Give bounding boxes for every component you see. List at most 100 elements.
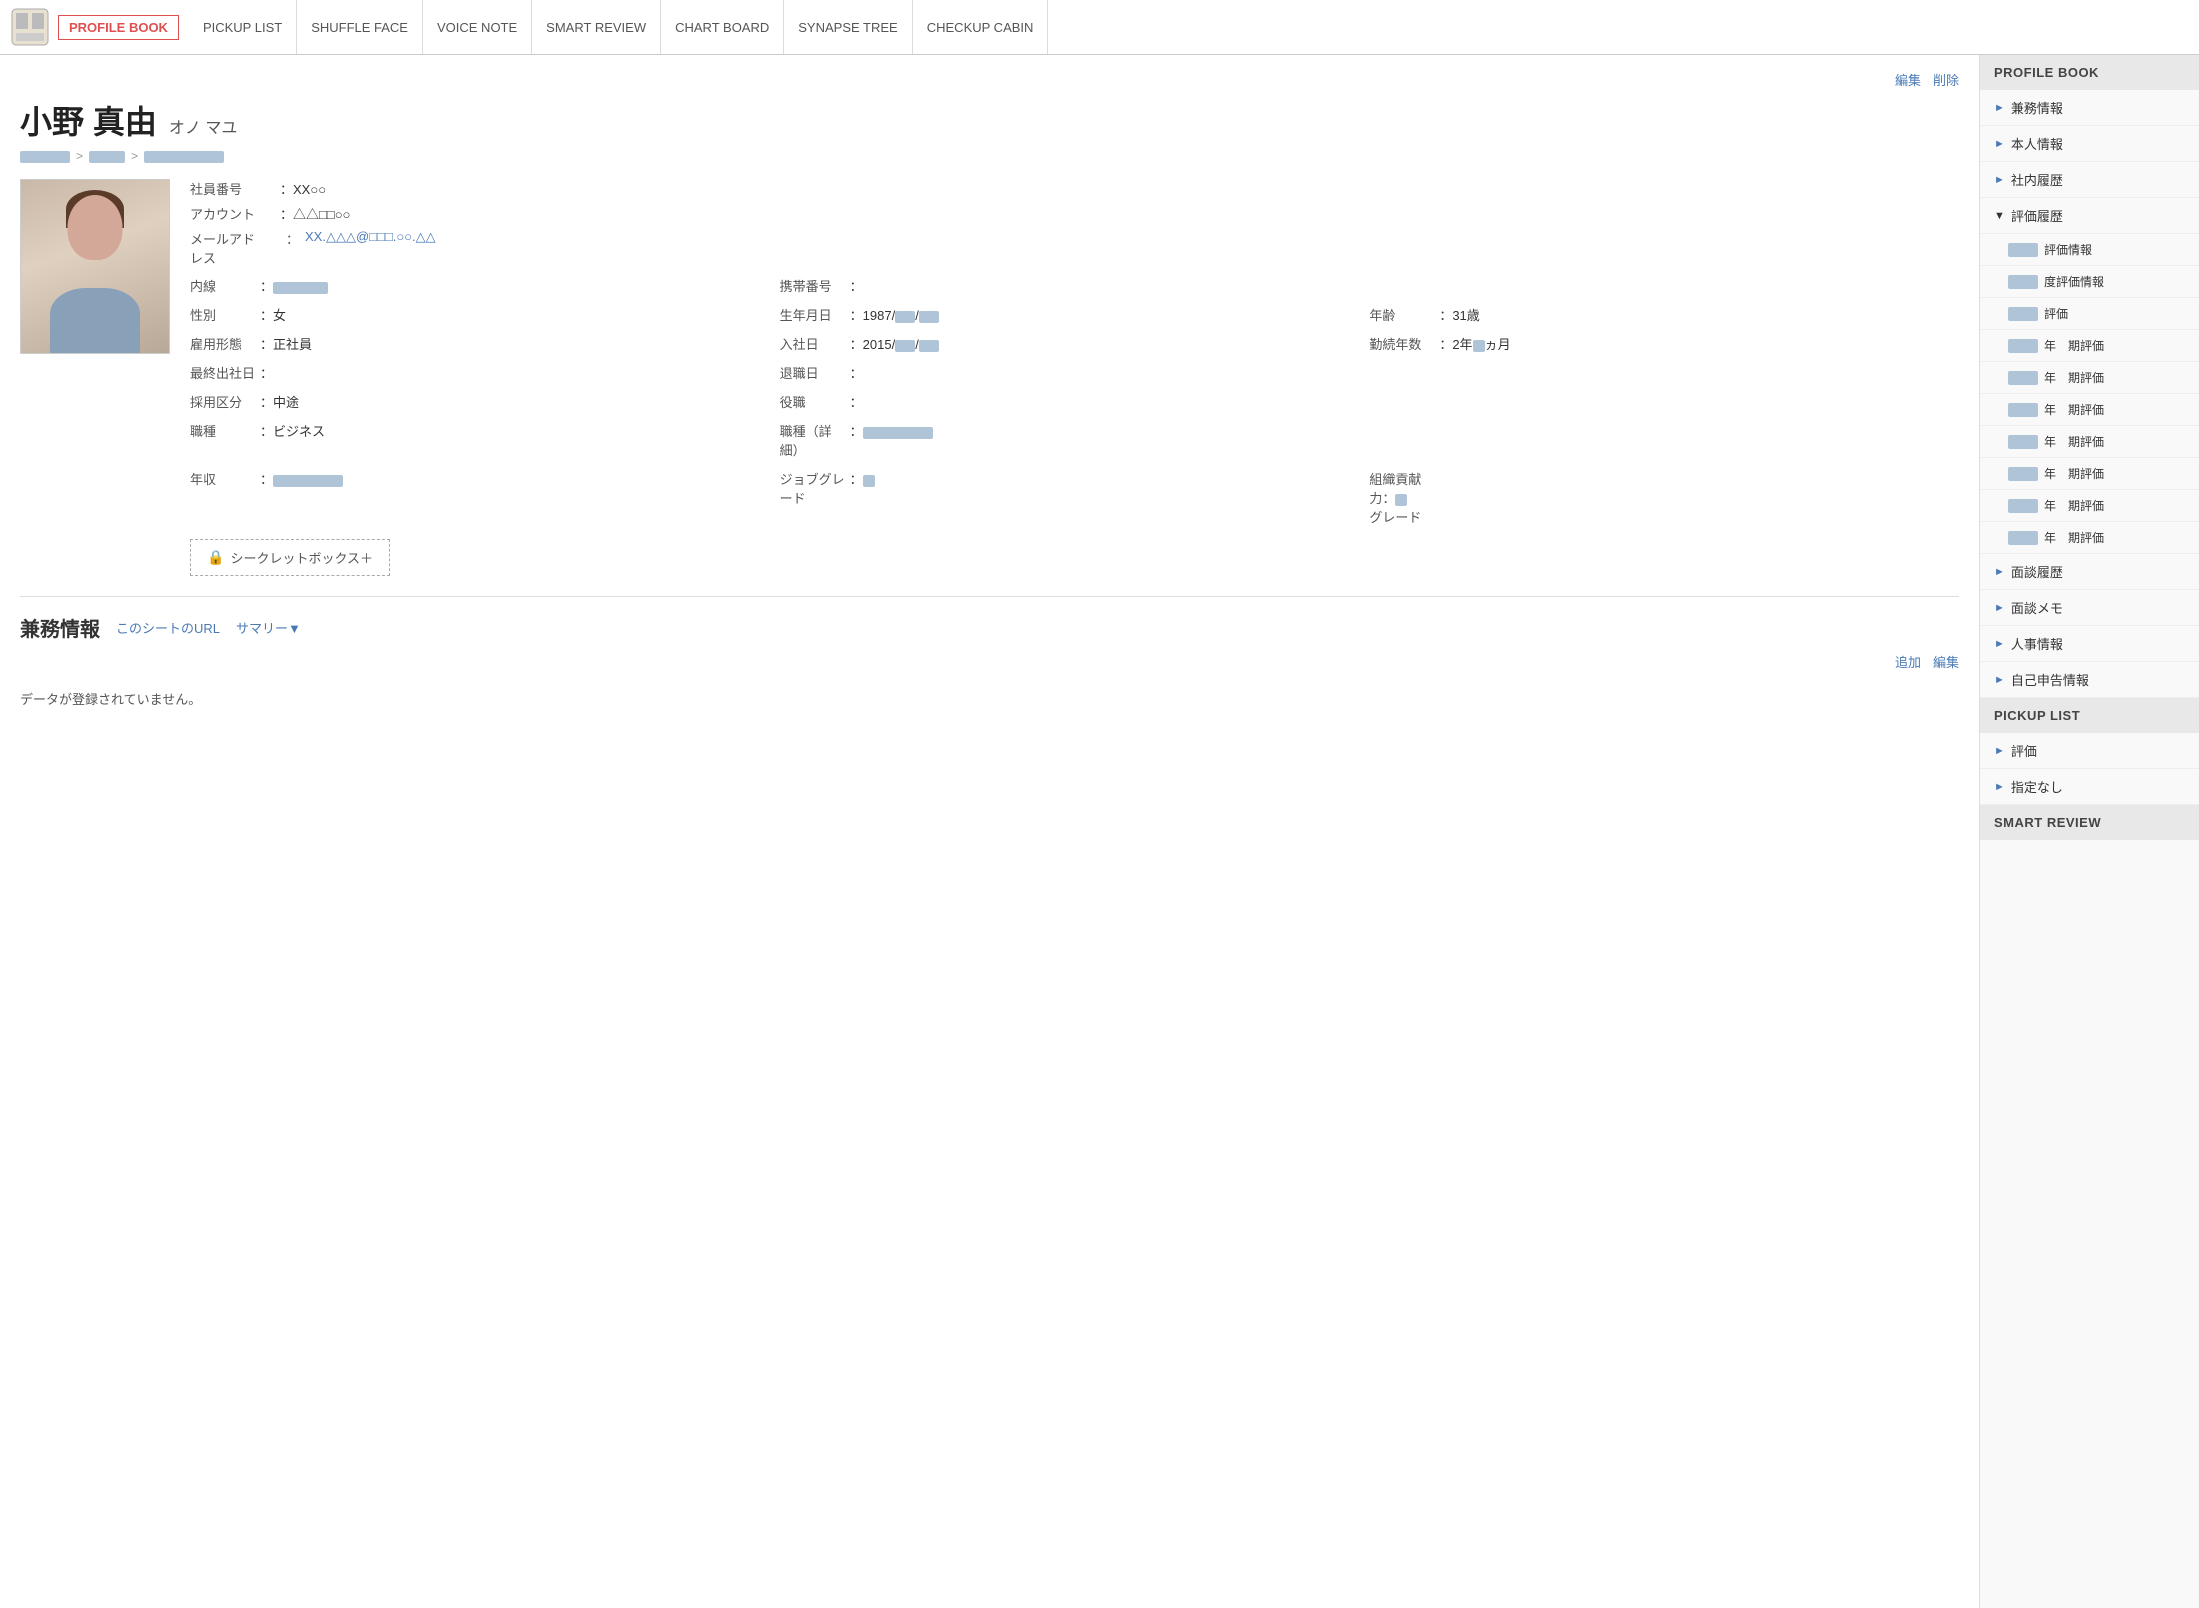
nav-voice-note[interactable]: VOICE NOTE xyxy=(423,0,532,54)
sidebar-sub-label: 年 期評価 xyxy=(2044,369,2104,386)
sidebar-item-mendanrekishi[interactable]: ► 面談履歴 xyxy=(1980,554,2199,590)
badge xyxy=(2008,371,2038,385)
sidebar-section-smart-review: SMART REVIEW xyxy=(1980,805,2199,840)
arrow-down-icon: ▼ xyxy=(1994,210,2005,222)
kenmujouhou-header: 兼務情報 このシートのURL サマリー▼ xyxy=(20,613,1959,642)
profile-details: 社員番号 ：XX○○ アカウント ：△△□□○○ メールアドレス ： XX.△△… xyxy=(190,179,1959,576)
badge xyxy=(2008,403,2038,417)
detail-yakushoku: 役職 ： xyxy=(780,389,1370,414)
layout: 編集 削除 小野 真由 オノ マユ > > xyxy=(0,55,2199,1608)
arrow-icon: ► xyxy=(1994,602,2005,614)
nav-pickup-list[interactable]: PICKUP LIST xyxy=(189,0,297,54)
sidebar-sub-label: 評価情報 xyxy=(2044,241,2092,258)
divider xyxy=(20,596,1959,597)
secret-box-label: シークレットボックス＋ xyxy=(230,548,373,567)
detail-gender: 性別 ：女 xyxy=(190,302,780,327)
badge xyxy=(2008,531,2038,545)
sidebar-sub-label: 年 期評価 xyxy=(2044,433,2104,450)
edit-link[interactable]: 編集 xyxy=(1895,70,1921,89)
detail-age: 年齢 ：31歳 xyxy=(1369,302,1959,327)
arrow-icon: ► xyxy=(1994,566,2005,578)
badge xyxy=(2008,275,2038,289)
detail-jobgrade: ジョブグレード ： xyxy=(780,466,1370,529)
sidebar-sub-hyokajouhou[interactable]: 評価情報 xyxy=(1980,234,2199,266)
detail-koyou: 雇用形態 ：正社員 xyxy=(190,331,780,356)
lock-icon: 🔒 xyxy=(207,549,224,566)
section-edit-link[interactable]: 編集 xyxy=(1933,652,1959,671)
arrow-icon: ► xyxy=(1994,174,2005,186)
header: PROFILE BOOK PICKUP LIST SHUFFLE FACE VO… xyxy=(0,0,2199,55)
nav-smart-review[interactable]: SMART REVIEW xyxy=(532,0,661,54)
detail-shokushu-detail: 職種（詳細） ： xyxy=(780,418,1370,462)
profile-body: 社員番号 ：XX○○ アカウント ：△△□□○○ メールアドレス ： XX.△△… xyxy=(20,179,1959,576)
sidebar-label: 本人情報 xyxy=(2011,134,2063,153)
detail-naisen: 内線 ： xyxy=(190,273,780,298)
empty-message: データが登録されていません。 xyxy=(20,679,1959,718)
nav-synapse-tree[interactable]: SYNAPSE TREE xyxy=(784,0,912,54)
sidebar-sub-label: 年 期評価 xyxy=(2044,337,2104,354)
arrow-icon: ► xyxy=(1994,638,2005,650)
nav-checkup-cabin[interactable]: CHECKUP CABIN xyxy=(913,0,1049,54)
sidebar-item-shiteinashi[interactable]: ► 指定なし xyxy=(1980,769,2199,805)
sidebar-item-hyoka-pickup[interactable]: ► 評価 xyxy=(1980,733,2199,769)
sidebar-label: 社内履歴 xyxy=(2011,170,2063,189)
profile-photo xyxy=(20,179,170,354)
arrow-icon: ► xyxy=(1994,674,2005,686)
value-email[interactable]: XX.△△△@□□□.○○.△△ xyxy=(305,229,436,245)
sidebar-sub-kihyoka-2[interactable]: 年 期評価 xyxy=(1980,362,2199,394)
sidebar-sub-kihyoka-4[interactable]: 年 期評価 xyxy=(1980,426,2199,458)
profile-name-kana: オノ マユ xyxy=(169,114,237,138)
detail-email: メールアドレス ： XX.△△△@□□□.○○.△△ xyxy=(190,229,1959,267)
sidebar-item-kenmujouhou[interactable]: ► 兼務情報 xyxy=(1980,90,2199,126)
sidebar-item-jikoshinkok[interactable]: ► 自己申告情報 xyxy=(1980,662,2199,698)
sidebar-sub-label: 年 期評価 xyxy=(2044,529,2104,546)
nav-profile-book[interactable]: PROFILE BOOK xyxy=(58,15,179,40)
sidebar-item-honinjouhou[interactable]: ► 本人情報 xyxy=(1980,126,2199,162)
sidebar-item-mendanmemo[interactable]: ► 面談メモ xyxy=(1980,590,2199,626)
breadcrumb-2[interactable] xyxy=(89,149,125,163)
badge xyxy=(2008,307,2038,321)
logo xyxy=(10,7,50,47)
detail-saishuu: 最終出社日 ： xyxy=(190,360,780,385)
breadcrumb-3[interactable] xyxy=(144,149,224,163)
summary-link[interactable]: サマリー▼ xyxy=(236,618,301,637)
label-email: メールアドレス xyxy=(190,229,280,267)
sidebar-sub-label: 年 期評価 xyxy=(2044,465,2104,482)
sidebar-item-jinji[interactable]: ► 人事情報 xyxy=(1980,626,2199,662)
sidebar-sub-kihyoka-3[interactable]: 年 期評価 xyxy=(1980,394,2199,426)
sidebar-sub-kihyoka-7[interactable]: 年 期評価 xyxy=(1980,522,2199,554)
detail-nenshu: 年収 ： xyxy=(190,466,780,529)
nav-shuffle-face[interactable]: SHUFFLE FACE xyxy=(297,0,423,54)
detail-birthday: 生年月日 ：1987// xyxy=(780,302,1370,327)
sidebar-sub-kihyoka-5[interactable]: 年 期評価 xyxy=(1980,458,2199,490)
nav-chart-board[interactable]: CHART BOARD xyxy=(661,0,784,54)
add-link[interactable]: 追加 xyxy=(1895,652,1921,671)
arrow-icon: ► xyxy=(1994,781,2005,793)
secret-box[interactable]: 🔒 シークレットボックス＋ xyxy=(190,539,390,576)
sidebar-sub-label: 度評価情報 xyxy=(2044,273,2104,290)
detail-employee-number: 社員番号 ：XX○○ xyxy=(190,179,1959,198)
sidebar-section-profile-book: PROFILE BOOK xyxy=(1980,55,2199,90)
sidebar-section-pickup-list: PICKUP LIST xyxy=(1980,698,2199,733)
sidebar: PROFILE BOOK ► 兼務情報 ► 本人情報 ► 社内履歴 ▼ 評価履歴… xyxy=(1979,55,2199,1608)
detail-keitai: 携帯番号 ： xyxy=(780,273,1370,298)
badge xyxy=(2008,435,2038,449)
sidebar-item-shanairekishi[interactable]: ► 社内履歴 xyxy=(1980,162,2199,198)
sidebar-sub-label: 評価 xyxy=(2044,305,2068,322)
sidebar-sub-hyoka[interactable]: 評価 xyxy=(1980,298,2199,330)
sidebar-sub-dohyoka[interactable]: 度評価情報 xyxy=(1980,266,2199,298)
value-employee-number: ：XX○○ xyxy=(280,179,326,198)
sheet-url-link[interactable]: このシートのURL xyxy=(116,618,220,637)
sidebar-label: 人事情報 xyxy=(2011,634,2063,653)
delete-link[interactable]: 削除 xyxy=(1933,70,1959,89)
arrow-icon: ► xyxy=(1994,745,2005,757)
label-account: アカウント xyxy=(190,204,280,223)
breadcrumb-1[interactable] xyxy=(20,149,70,163)
sidebar-label: 指定なし xyxy=(2011,777,2063,796)
sidebar-sub-kihyoka-6[interactable]: 年 期評価 xyxy=(1980,490,2199,522)
sidebar-item-hyokarekishi[interactable]: ▼ 評価履歴 xyxy=(1980,198,2199,234)
sidebar-label: 評価 xyxy=(2011,741,2037,760)
sidebar-sub-kihyoka-1[interactable]: 年 期評価 xyxy=(1980,330,2199,362)
sidebar-sub-label: 年 期評価 xyxy=(2044,401,2104,418)
sidebar-label: 自己申告情報 xyxy=(2011,670,2089,689)
